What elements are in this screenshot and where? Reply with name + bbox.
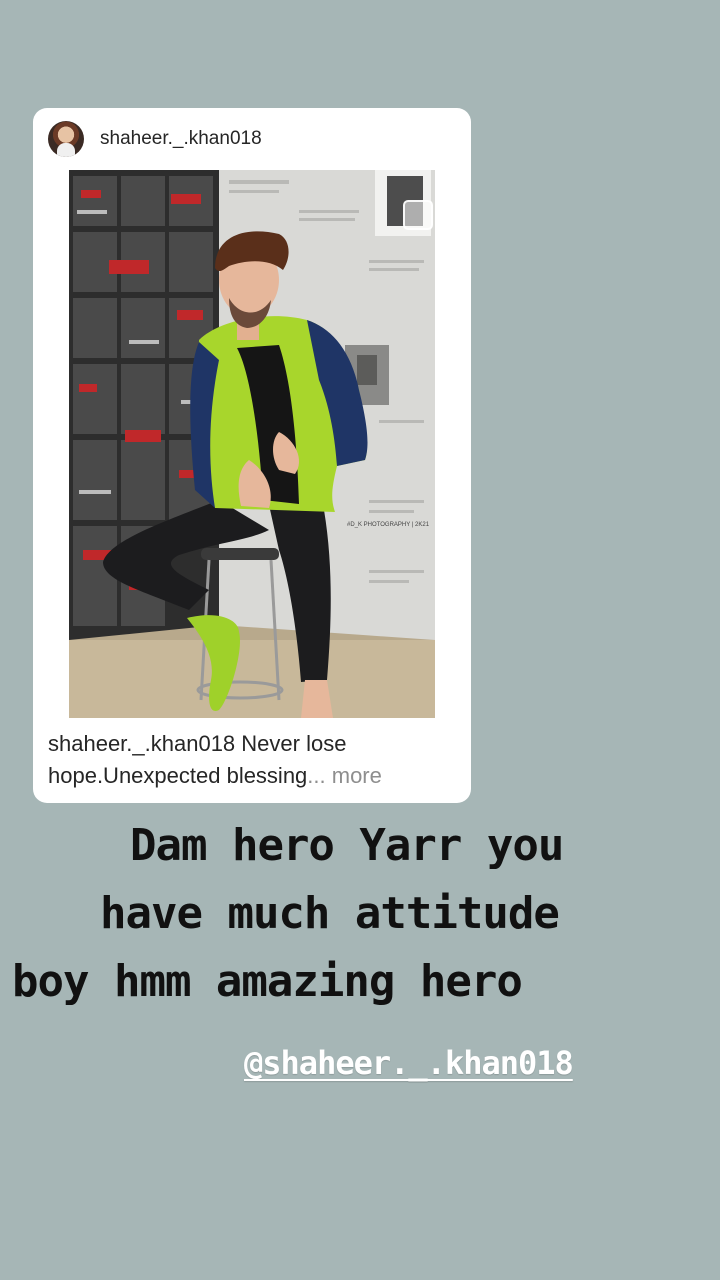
post-username[interactable]: shaheer._.khan018 <box>100 128 262 150</box>
story-text-line: have much attitude <box>100 888 560 939</box>
shared-post-card[interactable]: shaheer._.khan018 #D_K PHOTOGRAPHY | 2K2… <box>33 108 471 803</box>
post-photo[interactable]: #D_K PHOTOGRAPHY | 2K21 <box>69 170 435 718</box>
caption-username[interactable]: shaheer._.khan018 <box>48 731 235 756</box>
avatar[interactable] <box>48 121 84 157</box>
select-checkbox[interactable] <box>403 200 433 230</box>
post-photo-illustration: #D_K PHOTOGRAPHY | 2K21 <box>69 170 435 718</box>
story-text-line: boy hmm amazing hero <box>12 956 523 1007</box>
post-caption[interactable]: shaheer._.khan018 Never lose hope.Unexpe… <box>48 728 451 792</box>
post-header[interactable]: shaheer._.khan018 <box>33 108 471 170</box>
mention-sticker[interactable]: @shaheer._.khan018 <box>244 1044 574 1082</box>
caption-more-link[interactable]: ... more <box>307 763 382 788</box>
story-text-line: Dam hero Yarr you <box>130 820 564 871</box>
story-text-overlay[interactable]: Dam hero Yarr you have much attitude boy… <box>12 812 700 1016</box>
photo-watermark: #D_K PHOTOGRAPHY | 2K21 <box>347 522 430 528</box>
